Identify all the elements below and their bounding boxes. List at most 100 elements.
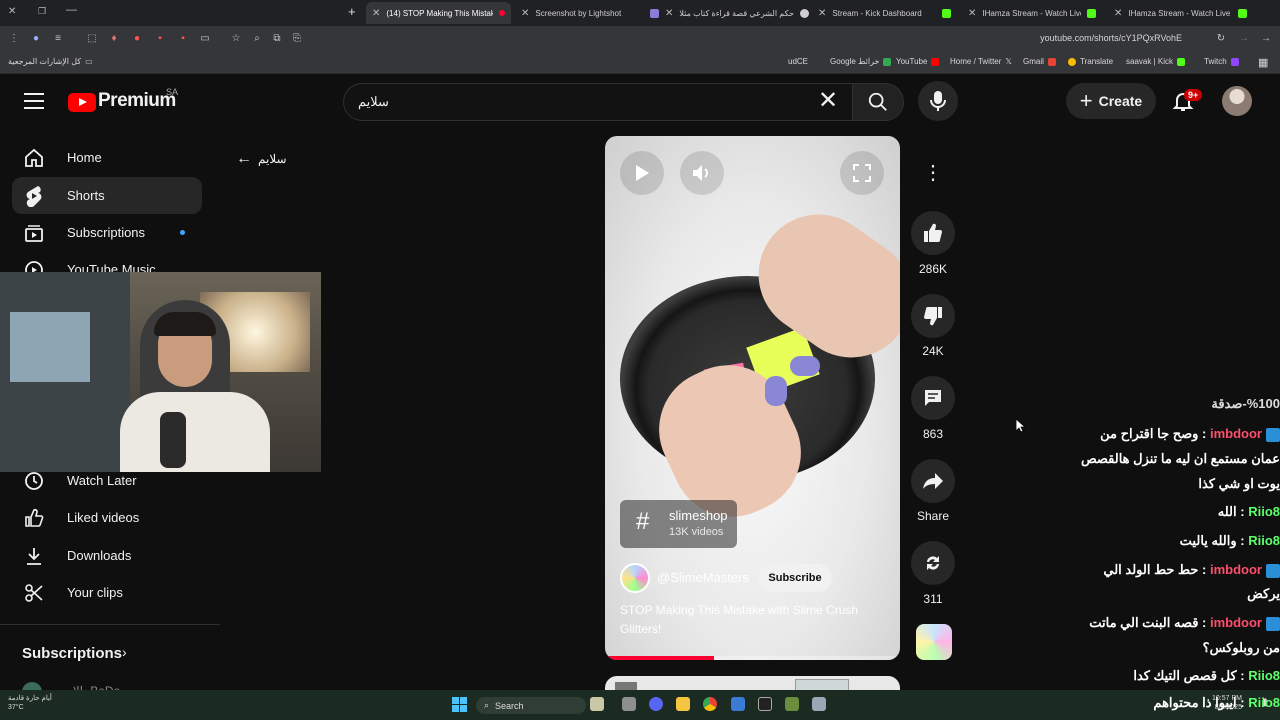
bookmark-twitter[interactable]: Home / Twitter 𝕏 — [950, 57, 1012, 66]
chat-text: يوت او شي كذا — [1198, 476, 1280, 491]
menu-dots-icon[interactable]: ⋮ — [8, 33, 20, 45]
channel-avatar[interactable] — [620, 563, 650, 593]
extension-icon[interactable]: ● — [30, 33, 42, 45]
bookmark-twitch[interactable]: Twitch — [1204, 57, 1239, 66]
bookmark-translate[interactable]: Translate — [1068, 57, 1113, 66]
bookmark-star-icon[interactable]: ☆ — [230, 33, 242, 45]
extension-icon[interactable]: ⬚ — [86, 33, 98, 45]
subscribe-button[interactable]: Subscribe — [758, 564, 832, 592]
fullscreen-button[interactable] — [840, 151, 884, 195]
forward-icon[interactable]: → — [1238, 33, 1250, 45]
back-icon[interactable]: → — [1260, 33, 1272, 45]
sidebar-item-shorts[interactable]: Shorts — [12, 177, 202, 214]
remix-button[interactable] — [911, 541, 955, 585]
sidebar-item-liked-videos[interactable]: Liked videos — [12, 499, 202, 536]
youtube-logo-icon[interactable] — [68, 93, 96, 112]
tab-kick-stream-1[interactable]: ✕ IHamza Stream - Watch Live on — [962, 2, 1102, 24]
play-button[interactable] — [620, 151, 664, 195]
clock-icon — [22, 471, 46, 491]
close-tab-icon[interactable]: ✕ — [968, 8, 976, 19]
menu-icon[interactable] — [24, 93, 44, 109]
close-tab-icon[interactable]: ✕ — [372, 8, 380, 19]
video-title[interactable]: STOP Making This Mistake with Slime Crus… — [620, 601, 888, 639]
app-icon[interactable] — [812, 697, 826, 711]
sidebar-item-downloads[interactable]: Downloads — [12, 537, 202, 574]
new-tab-icon[interactable]: + — [348, 4, 356, 19]
kick-icon — [1238, 8, 1247, 18]
hashtag-chip[interactable]: # slimeshop 13K videos — [620, 500, 737, 548]
clear-search-icon[interactable]: ✕ — [818, 89, 838, 113]
install-app-icon[interactable]: ⎘ — [291, 33, 303, 45]
minecraft-icon[interactable] — [785, 697, 799, 711]
chat-text: الله — [1217, 504, 1237, 519]
taskbar-search[interactable]: ⌕ Search — [476, 697, 586, 714]
search-value[interactable]: سلايم — [358, 94, 389, 110]
scissors-icon — [22, 583, 46, 603]
extension-icon[interactable]: ≡ — [52, 33, 64, 45]
bookmark-youtube[interactable]: YouTube — [896, 57, 940, 66]
search-input[interactable] — [343, 83, 853, 121]
subscriptions-heading[interactable]: Subscriptions — [22, 645, 122, 662]
bookmark-gmail[interactable]: Gmail — [1023, 57, 1056, 66]
search-button[interactable] — [852, 83, 904, 121]
windows-start-icon[interactable] — [452, 697, 467, 712]
close-tab-icon[interactable]: ✕ — [1114, 8, 1122, 19]
all-bookmarks-folder[interactable]: كل الإشارات المرجعية ▭ — [8, 57, 93, 66]
like-button[interactable] — [911, 211, 955, 255]
mute-button[interactable] — [680, 151, 724, 195]
close-window-icon[interactable]: ✕ — [8, 6, 16, 17]
play-icon — [636, 165, 649, 181]
app-icon[interactable] — [731, 697, 745, 711]
zoom-icon[interactable]: ⌕ — [251, 33, 263, 45]
extension-icon[interactable]: ● — [131, 33, 143, 45]
site-favicon-icon — [799, 8, 809, 18]
minimize-window-icon[interactable]: — — [66, 4, 77, 16]
tab-arabic-article[interactable]: ✕ حكم الشرعي قصة قراءة كتاب مثلا — [644, 2, 810, 24]
tab-youtube-short[interactable]: ✕ (14) STOP Making This Mistake — [366, 2, 511, 24]
restore-window-icon[interactable]: ❐ — [38, 6, 46, 17]
channel-name[interactable]: @SlimeMasters — [657, 570, 749, 585]
account-avatar[interactable] — [1222, 86, 1252, 116]
task-view-icon[interactable] — [622, 697, 636, 711]
painted-nail — [790, 356, 820, 376]
apps-grid-icon[interactable]: ▦ — [1258, 56, 1268, 69]
extension-icon[interactable]: ▪ — [177, 33, 189, 45]
sidebar-item-subscriptions[interactable]: Subscriptions — [12, 214, 202, 251]
dislike-button[interactable] — [911, 294, 955, 338]
sidebar-item-home[interactable]: Home — [12, 139, 202, 176]
progress-bar[interactable] — [605, 656, 900, 660]
tab-kick-dashboard[interactable]: ✕ Stream - Kick Dashboard — [812, 2, 957, 24]
discord-icon[interactable] — [649, 697, 663, 711]
shorts-player[interactable]: # slimeshop 13K videos @SlimeMasters Sub… — [605, 136, 900, 660]
tab-lightshot[interactable]: ✕ Screenshot by Lightshot — [515, 2, 643, 24]
tab-kick-stream-2[interactable]: ✕ IHamza Stream - Watch Live on — [1108, 2, 1253, 24]
create-button[interactable]: + Create — [1066, 83, 1156, 119]
voice-search-button[interactable] — [918, 81, 958, 121]
extension-icon[interactable]: ♦ — [108, 33, 120, 45]
address-bar[interactable]: youtube.com/shorts/cY1PQxRVohE — [1040, 33, 1182, 43]
sidebar-item-your-clips[interactable]: Your clips — [12, 574, 202, 611]
translate-page-icon[interactable]: ⧉ — [271, 33, 283, 45]
widgets-icon[interactable] — [590, 697, 604, 711]
logo-text[interactable]: Premium — [98, 90, 176, 112]
more-options-button[interactable]: ⋮ — [911, 151, 955, 195]
back-button[interactable]: ← سلايم — [236, 150, 287, 168]
extension-icon[interactable]: ▪ — [154, 33, 166, 45]
close-tab-icon[interactable]: ✕ — [818, 8, 826, 19]
share-button[interactable] — [911, 459, 955, 503]
microphone-icon — [930, 91, 946, 111]
sound-thumbnail[interactable] — [916, 624, 952, 660]
close-tab-icon[interactable]: ✕ — [665, 8, 673, 19]
chevron-right-icon[interactable]: › — [122, 644, 127, 660]
close-tab-icon[interactable]: ✕ — [521, 8, 529, 19]
chrome-icon[interactable] — [703, 697, 717, 711]
app-icon[interactable] — [758, 697, 772, 711]
bookmark-google-maps[interactable]: Google خرائط — [830, 57, 892, 66]
bookmark-udce[interactable]: udCE — [788, 57, 808, 66]
comments-button[interactable] — [911, 376, 955, 420]
file-explorer-icon[interactable] — [676, 697, 690, 711]
bookmark-kick[interactable]: saavak | Kick — [1126, 57, 1185, 66]
weather-widget[interactable]: أيام حارة قادمة 37°C — [8, 694, 52, 712]
reload-icon[interactable]: ↻ — [1215, 33, 1227, 45]
extension-icon[interactable]: ▭ — [199, 33, 211, 45]
